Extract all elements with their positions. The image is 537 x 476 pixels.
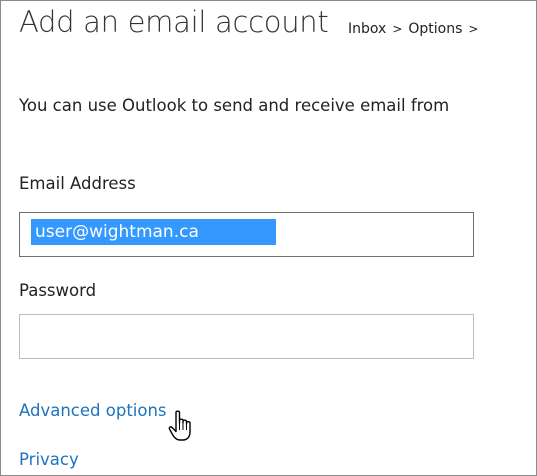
breadcrumb-options[interactable]: Options [408, 21, 462, 37]
page-title: Add an email account [19, 5, 329, 39]
password-label: Password [19, 281, 97, 300]
breadcrumb-separator: > [392, 22, 403, 36]
advanced-options-link[interactable]: Advanced options [19, 401, 167, 420]
password-field[interactable] [19, 314, 474, 359]
hand-pointer-icon [168, 410, 191, 441]
privacy-link[interactable]: Privacy [19, 450, 79, 469]
breadcrumb: Inbox > Options > [348, 21, 484, 37]
breadcrumb-inbox[interactable]: Inbox [348, 21, 386, 37]
intro-text: You can use Outlook to send and receive … [19, 96, 450, 115]
dialog-frame: Add an email account Inbox > Options > You … [0, 0, 537, 476]
email-address-field[interactable]: user@wightman.ca [19, 212, 474, 257]
breadcrumb-separator: > [468, 22, 479, 36]
email-address-value[interactable]: user@wightman.ca [31, 219, 276, 245]
email-address-label: Email Address [19, 174, 136, 193]
